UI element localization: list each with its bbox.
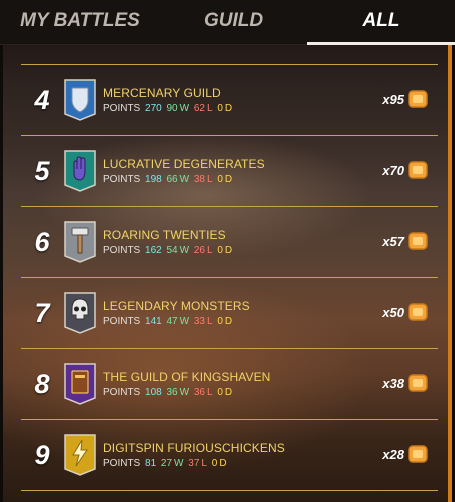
- rank-number: 7: [34, 298, 50, 328]
- points-value: 108: [145, 387, 162, 398]
- losses-value: 33: [193, 316, 205, 327]
- draws-suffix: D: [224, 174, 233, 185]
- guild-name[interactable]: MERCENARY GUILD: [103, 86, 221, 100]
- losses-value: 26: [193, 245, 205, 256]
- merit-icon: [408, 232, 428, 250]
- losses-suffix: L: [206, 387, 213, 398]
- tab-guild[interactable]: GUILD: [160, 0, 307, 44]
- points-label: POINTS: [103, 458, 141, 469]
- rank-number: 5: [34, 156, 50, 186]
- draws-value: 0: [217, 174, 223, 185]
- lightning-icon: [64, 434, 96, 476]
- rank-number: 9: [34, 440, 50, 470]
- tab-my-battles[interactable]: MY BATTLES: [0, 0, 160, 44]
- reward-amount: x57: [382, 234, 404, 249]
- wins-suffix: W: [179, 387, 190, 398]
- guild-leaderboard-panel: 4 MERCENARY GUILD POINTS 270 90 W 62 L 0D …: [3, 45, 452, 502]
- reward-amount: x50: [382, 305, 404, 320]
- wins-value: 27: [160, 458, 173, 469]
- points-value: 141: [145, 316, 162, 327]
- losses-value: 38: [193, 174, 205, 185]
- guild-stats: POINTS 162 54 W 26 L 0D: [103, 245, 234, 256]
- skull-icon: [64, 292, 96, 334]
- wins-suffix: W: [179, 316, 190, 327]
- guild-stats: POINTS 81 27 W 37 L 0D: [103, 458, 229, 469]
- scrollbar[interactable]: [448, 45, 452, 502]
- wins-value: 90: [166, 103, 178, 114]
- wins-value: 66: [166, 174, 178, 185]
- losses-suffix: L: [201, 458, 207, 469]
- wins-suffix: W: [179, 174, 190, 185]
- merit-icon: [408, 161, 428, 179]
- points-label: POINTS: [103, 174, 141, 185]
- guild-stats: POINTS 141 47 W 33 L 0D: [103, 316, 234, 327]
- rank-number: 8: [34, 369, 50, 399]
- draws-suffix: D: [224, 103, 233, 114]
- list-item[interactable]: 5 LUCRATIVE DEGENERATES POINTS 198 66 W 3…: [3, 136, 452, 206]
- points-label: POINTS: [103, 387, 141, 398]
- losses-suffix: L: [206, 316, 213, 327]
- points-value: 198: [145, 174, 162, 185]
- wins-value: 54: [166, 245, 178, 256]
- wins-suffix: W: [179, 103, 190, 114]
- merit-icon: [408, 303, 428, 321]
- draws-suffix: D: [224, 245, 233, 256]
- list-item[interactable]: 9 DIGITSPIN FURIOUSCHICKENS POINTS 81 27…: [3, 420, 452, 490]
- book-icon: [64, 363, 96, 405]
- wins-suffix: W: [179, 245, 190, 256]
- points-label: POINTS: [103, 103, 141, 114]
- draws-suffix: D: [224, 316, 233, 327]
- points-value: 162: [145, 245, 162, 256]
- rank-number: 4: [34, 85, 50, 115]
- row-divider: [21, 490, 438, 491]
- guild-stats: POINTS 270 90 W 62 L 0D: [103, 103, 234, 114]
- merit-icon: [408, 374, 428, 392]
- list-item[interactable]: 7 LEGENDARY MONSTERS POINTS 141 47 W 33 L …: [3, 278, 452, 348]
- guild-stats: POINTS 198 66 W 38 L 0D: [103, 174, 234, 185]
- merit-icon: [408, 90, 428, 108]
- hammer-icon: [64, 221, 96, 263]
- losses-suffix: L: [206, 103, 213, 114]
- draws-value: 0: [211, 458, 218, 469]
- losses-value: 62: [193, 103, 205, 114]
- points-label: POINTS: [103, 316, 141, 327]
- draws-suffix: D: [219, 458, 227, 469]
- points-value: 81: [145, 458, 157, 469]
- draws-value: 0: [217, 316, 223, 327]
- guild-name[interactable]: DIGITSPIN FURIOUSCHICKENS: [103, 441, 285, 455]
- list-item[interactable]: 4 MERCENARY GUILD POINTS 270 90 W 62 L 0D …: [3, 65, 452, 135]
- guild-name[interactable]: ROARING TWENTIES: [103, 228, 226, 242]
- list-item[interactable]: 8 THE GUILD OF KINGSHAVEN POINTS 108 36 W…: [3, 349, 452, 419]
- losses-value: 36: [193, 387, 205, 398]
- shield-icon: [64, 79, 96, 121]
- draws-value: 0: [217, 245, 223, 256]
- points-label: POINTS: [103, 245, 141, 256]
- points-value: 270: [145, 103, 162, 114]
- guild-name[interactable]: LUCRATIVE DEGENERATES: [103, 157, 265, 171]
- tab-all[interactable]: ALL: [307, 0, 455, 44]
- merit-icon: [408, 445, 428, 463]
- draws-value: 0: [217, 387, 223, 398]
- wins-value: 47: [166, 316, 178, 327]
- losses-value: 37: [188, 458, 200, 469]
- losses-suffix: L: [206, 174, 213, 185]
- draws-suffix: D: [224, 387, 233, 398]
- wins-suffix: W: [174, 458, 184, 469]
- guild-name[interactable]: THE GUILD OF KINGSHAVEN: [103, 370, 270, 384]
- reward-amount: x70: [382, 163, 404, 178]
- reward-amount: x38: [382, 376, 404, 391]
- reward-amount: x95: [382, 92, 404, 107]
- guild-stats: POINTS 108 36 W 36 L 0D: [103, 387, 234, 398]
- hand-icon: [64, 150, 96, 192]
- reward-amount: x28: [382, 447, 404, 462]
- wins-value: 36: [166, 387, 178, 398]
- list-item[interactable]: 6 ROARING TWENTIES POINTS 162 54 W 26 L 0D…: [3, 207, 452, 277]
- tab-bar: MY BATTLES GUILD ALL: [0, 0, 455, 45]
- draws-value: 0: [217, 103, 223, 114]
- rank-number: 6: [34, 227, 50, 257]
- guild-name[interactable]: LEGENDARY MONSTERS: [103, 299, 250, 313]
- losses-suffix: L: [206, 245, 213, 256]
